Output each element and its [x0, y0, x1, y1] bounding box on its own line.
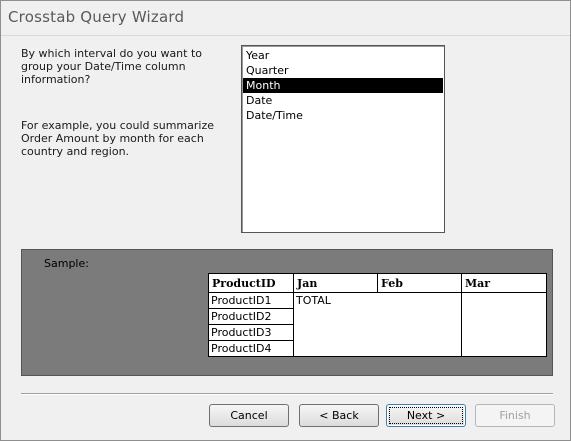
example-text: For example, you could summarize Order A…: [21, 119, 215, 158]
table-row: ProductID3: [208, 324, 547, 341]
interval-option-year[interactable]: Year: [243, 48, 443, 63]
empty-cell: [294, 309, 378, 325]
empty-cell: [293, 340, 378, 357]
column-header-mar: Mar: [461, 273, 547, 293]
interval-option-quarter[interactable]: Quarter: [243, 63, 443, 78]
interval-option-datetime[interactable]: Date/Time: [243, 108, 443, 123]
sample-table: ProductID Jan Feb Mar ProductID1 TOTAL P…: [208, 273, 547, 357]
sample-header-row: ProductID Jan Feb Mar: [208, 273, 547, 293]
row-header: ProductID1: [208, 292, 294, 309]
column-header-productid: ProductID: [208, 273, 294, 293]
next-button[interactable]: Next >: [386, 404, 466, 427]
crosstab-query-wizard-dialog: Crosstab Query Wizard By which interval …: [0, 0, 571, 441]
empty-cell: [378, 293, 462, 309]
empty-cell: [461, 324, 547, 341]
row-header: ProductID4: [208, 340, 294, 357]
total-cell: TOTAL: [296, 294, 331, 308]
column-header-feb: Feb: [377, 273, 462, 293]
row-header: ProductID3: [208, 324, 294, 341]
sample-panel: Sample: ProductID Jan Feb Mar ProductID1…: [21, 249, 553, 376]
table-row: ProductID2: [208, 308, 547, 325]
title-bar: Crosstab Query Wizard: [1, 1, 570, 36]
interval-question: By which interval do you want to group y…: [21, 47, 203, 86]
sample-label: Sample:: [44, 257, 89, 270]
back-button[interactable]: < Back: [299, 404, 379, 427]
cancel-button[interactable]: Cancel: [209, 404, 289, 427]
interval-option-date[interactable]: Date: [243, 93, 443, 108]
empty-cell: [378, 309, 462, 325]
empty-cell: [461, 292, 547, 309]
empty-cell: [461, 340, 547, 357]
interval-option-month[interactable]: Month: [243, 78, 443, 93]
window-title: Crosstab Query Wizard: [8, 8, 185, 26]
empty-cell: [377, 340, 462, 357]
finish-button[interactable]: Finish: [475, 404, 555, 427]
row-header: ProductID2: [208, 308, 294, 325]
table-row: ProductID1 TOTAL: [208, 292, 547, 309]
column-header-jan: Jan: [293, 273, 378, 293]
table-row: ProductID4: [208, 340, 547, 357]
button-separator: [21, 393, 553, 395]
empty-cell: [461, 308, 547, 325]
empty-cell: [378, 325, 462, 341]
empty-cell: [294, 325, 378, 341]
interval-listbox[interactable]: Year Quarter Month Date Date/Time: [241, 45, 445, 233]
